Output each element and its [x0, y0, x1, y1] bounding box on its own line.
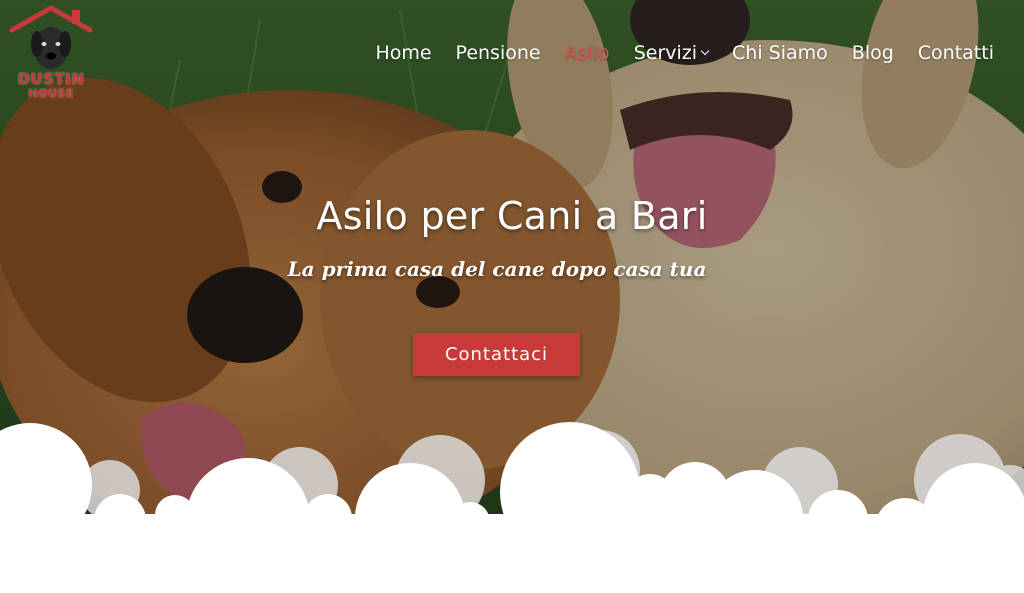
nav-pensione[interactable]: Pensione: [456, 42, 541, 64]
nav-contatti[interactable]: Contatti: [918, 42, 994, 64]
site-logo[interactable]: DUSTIN HOUSE: [8, 4, 94, 100]
hero-title: Asilo per Cani a Bari: [316, 194, 708, 238]
nav-asilo-label: Asilo: [564, 42, 610, 64]
main-navigation: Home Pensione Asilo Servizi Chi Siamo Bl…: [375, 40, 994, 66]
nav-contatti-label: Contatti: [917, 42, 994, 64]
nav-servizi-label: Servizi: [633, 42, 698, 64]
nav-home-label: Home: [375, 42, 432, 64]
logo-text-line1: DUSTIN: [17, 70, 85, 88]
nav-blog-label: Blog: [851, 42, 894, 64]
house-dog-logo-icon: [9, 5, 93, 69]
nav-servizi[interactable]: Servizi: [633, 42, 710, 64]
nav-chi-siamo-label: Chi Siamo: [732, 42, 828, 64]
nav-pensione-label: Pensione: [455, 42, 541, 64]
cloud-divider: [0, 422, 1024, 593]
nav-asilo[interactable]: Asilo: [565, 42, 610, 64]
chevron-down-icon: [700, 46, 710, 56]
hero-subtitle: La prima casa del cane dopo casa tua: [287, 257, 707, 281]
nav-chi-siamo[interactable]: Chi Siamo: [732, 42, 828, 64]
nav-home[interactable]: Home: [375, 42, 431, 64]
contact-cta-button[interactable]: Contattaci: [413, 333, 580, 376]
nav-blog[interactable]: Blog: [852, 42, 894, 64]
logo-text-line2: HOUSE: [28, 87, 74, 100]
